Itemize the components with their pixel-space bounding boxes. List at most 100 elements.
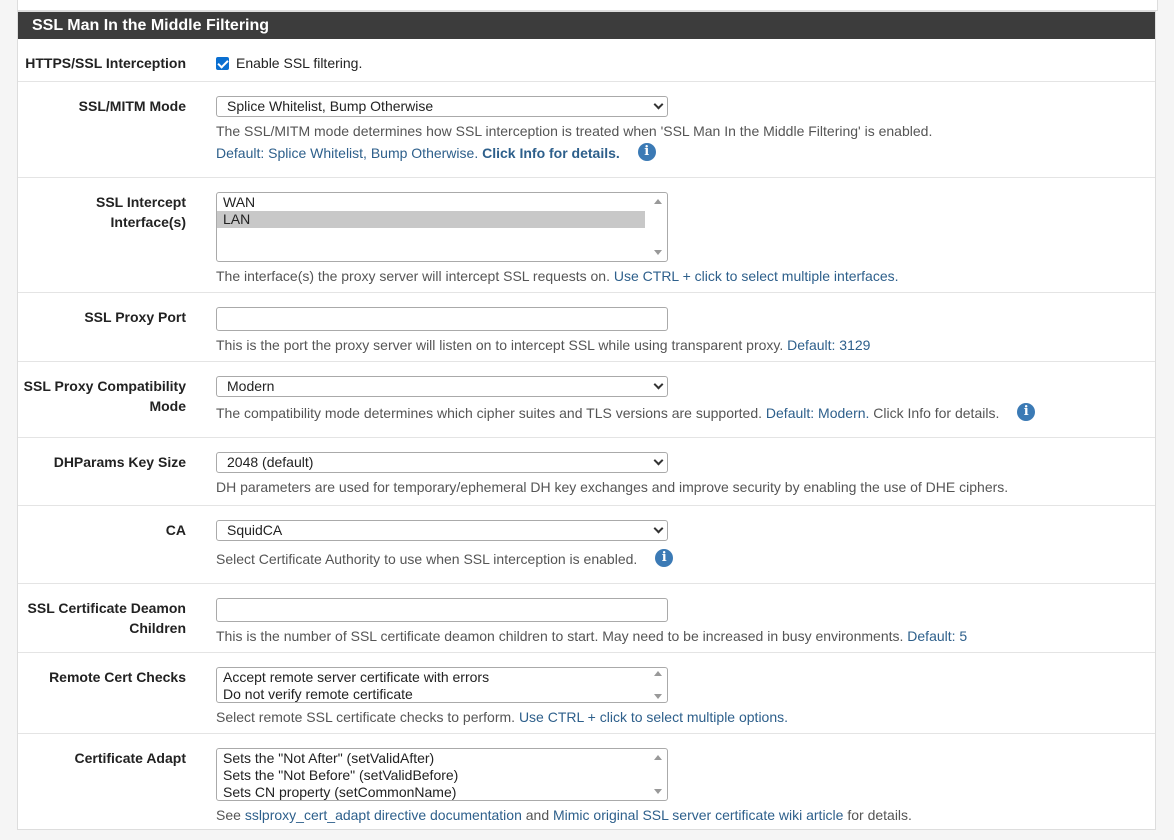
ca-field: SquidCA Select Certificate Authority to …	[216, 520, 1155, 569]
proxy-port-label: SSL Proxy Port	[84, 309, 186, 325]
scroll-down-icon[interactable]	[654, 250, 662, 255]
dhparams-select[interactable]: 2048 (default)	[216, 452, 668, 473]
chevron-down-icon	[653, 523, 664, 534]
cert-adapt-option[interactable]: Sets the "Not After" (setValidAfter)	[217, 750, 645, 767]
ca-value: SquidCA	[227, 522, 283, 538]
listbox-scrollbar[interactable]	[649, 668, 667, 702]
cert-adapt-label: Certificate Adapt	[74, 750, 186, 766]
chevron-down-icon	[653, 99, 664, 110]
cert-adapt-field: Sets the "Not After" (setValidAfter) Set…	[216, 748, 1155, 825]
compat-mode-default: Default: Modern.	[765, 405, 870, 421]
cert-adapt-help-tail: for details.	[847, 807, 912, 823]
mitm-mode-help: The SSL/MITM mode determines how SSL int…	[216, 123, 933, 139]
remote-checks-help: Select remote SSL certificate checks to …	[216, 707, 1155, 727]
compat-mode-label: SSL Proxy Compatibility Mode	[18, 376, 186, 416]
mitm-mode-click-info-link[interactable]: Click Info for details.	[482, 145, 620, 161]
listbox-scrollbar[interactable]	[649, 749, 667, 800]
ca-help-text: Select Certificate Authority to use when…	[216, 551, 638, 567]
remote-checks-help-text: Select remote SSL certificate checks to …	[216, 709, 516, 725]
cert-daemon-label-line2: Children	[129, 620, 186, 636]
dhparams-field: 2048 (default) DH parameters are used fo…	[216, 452, 1155, 497]
info-icon[interactable]: i	[637, 143, 656, 162]
scroll-down-icon[interactable]	[654, 694, 662, 699]
dhparams-value: 2048 (default)	[227, 454, 314, 470]
ca-help: Select Certificate Authority to use when…	[216, 549, 1155, 569]
remote-check-option[interactable]: Do not verify remote certificate	[217, 686, 645, 702]
cert-adapt-help: See sslproxy_cert_adapt directive docume…	[216, 805, 1155, 825]
cert-adapt-doc-link[interactable]: sslproxy_cert_adapt directive documentat…	[245, 807, 522, 823]
compat-mode-label-line2: Mode	[149, 398, 186, 414]
scroll-up-icon[interactable]	[654, 199, 662, 204]
interface-option-lan[interactable]: LAN	[217, 211, 645, 228]
enable-ssl-filtering-checkbox[interactable]: Enable SSL filtering.	[216, 55, 362, 71]
row-ca: CA SquidCA Select Certificate Authority …	[18, 506, 1155, 584]
intercept-interfaces-help: The interface(s) the proxy server will i…	[216, 266, 1155, 286]
remote-checks-field: Accept remote server certificate with er…	[216, 667, 1155, 727]
ssl-mitm-panel: SSL Man In the Middle Filtering HTTPS/SS…	[17, 11, 1156, 830]
interface-option-wan[interactable]: WAN	[217, 194, 645, 211]
mitm-mode-label: SSL/MITM Mode	[78, 98, 186, 114]
row-https-interception: HTTPS/SSL Interception Enable SSL filter…	[18, 39, 1155, 82]
cert-daemon-input[interactable]	[216, 598, 668, 622]
listbox-scrollbar[interactable]	[649, 193, 667, 261]
dhparams-help: DH parameters are used for temporary/eph…	[216, 479, 1009, 495]
proxy-port-input[interactable]	[216, 307, 668, 331]
proxy-port-field: This is the port the proxy server will l…	[216, 307, 1155, 355]
row-remote-checks: Remote Cert Checks Accept remote server …	[18, 653, 1155, 734]
compat-mode-help-text: The compatibility mode determines which …	[216, 405, 763, 421]
cert-daemon-field: This is the number of SSL certificate de…	[216, 598, 1155, 646]
mitm-mode-select[interactable]: Splice Whitelist, Bump Otherwise	[216, 96, 668, 117]
intercept-interfaces-label: SSL Intercept Interface(s)	[96, 194, 186, 230]
dhparams-label: DHParams Key Size	[53, 454, 186, 470]
intercept-interfaces-listbox[interactable]: WAN LAN	[216, 192, 668, 262]
compat-mode-help-tail: Click Info for details.	[873, 405, 1000, 421]
chevron-down-icon	[653, 379, 664, 390]
info-icon[interactable]: i	[655, 549, 674, 568]
mitm-mode-field: Splice Whitelist, Bump Otherwise The SSL…	[216, 96, 1155, 163]
cert-adapt-option[interactable]: Sets CN property (setCommonName)	[217, 784, 645, 800]
cert-daemon-label: SSL Certificate Deamon Children	[18, 598, 186, 638]
remote-checks-label: Remote Cert Checks	[49, 669, 186, 685]
row-mitm-mode: SSL/MITM Mode Splice Whitelist, Bump Oth…	[18, 82, 1155, 178]
proxy-port-help: This is the port the proxy server will l…	[216, 335, 1155, 355]
row-intercept-interfaces: SSL Intercept Interface(s) WAN LAN The i…	[18, 178, 1155, 293]
row-proxy-port: SSL Proxy Port This is the port the prox…	[18, 293, 1155, 362]
cert-adapt-help-see: See	[216, 807, 241, 823]
row-compat-mode: SSL Proxy Compatibility Mode Modern The …	[18, 362, 1155, 438]
scroll-down-icon[interactable]	[654, 789, 662, 794]
remote-check-option[interactable]: Accept remote server certificate with er…	[217, 669, 645, 686]
interception-field: Enable SSL filtering.	[216, 53, 1155, 73]
compat-mode-label-line1: SSL Proxy Compatibility	[23, 378, 186, 394]
cert-daemon-help: This is the number of SSL certificate de…	[216, 626, 1155, 646]
intercept-interfaces-field: WAN LAN The interface(s) the proxy serve…	[216, 192, 1155, 286]
ca-select[interactable]: SquidCA	[216, 520, 668, 541]
chevron-down-icon	[653, 455, 664, 466]
info-icon[interactable]: i	[1017, 403, 1036, 422]
row-cert-adapt: Certificate Adapt Sets the "Not After" (…	[18, 734, 1155, 829]
cert-adapt-help-and: and	[525, 807, 550, 823]
scroll-up-icon[interactable]	[654, 671, 662, 676]
row-dhparams: DHParams Key Size 2048 (default) DH para…	[18, 438, 1155, 506]
mitm-mode-value: Splice Whitelist, Bump Otherwise	[227, 98, 434, 114]
cert-daemon-help-text: This is the number of SSL certificate de…	[216, 628, 904, 644]
compat-mode-select[interactable]: Modern	[216, 376, 668, 397]
interception-label: HTTPS/SSL Interception	[25, 55, 186, 71]
cert-adapt-wiki-link[interactable]: Mimic original SSL server certificate wi…	[553, 807, 843, 823]
proxy-port-default: Default: 3129	[787, 337, 871, 353]
ca-label: CA	[165, 522, 186, 538]
scroll-up-icon[interactable]	[654, 755, 662, 760]
compat-mode-value: Modern	[227, 378, 275, 394]
intercept-interfaces-help-text: The interface(s) the proxy server will i…	[216, 268, 610, 284]
compat-mode-field: Modern The compatibility mode determines…	[216, 376, 1155, 423]
cert-daemon-label-line1: SSL Certificate Deamon	[27, 600, 186, 616]
cert-adapt-option[interactable]: Sets the "Not Before" (setValidBefore)	[217, 767, 645, 784]
cert-adapt-listbox[interactable]: Sets the "Not After" (setValidAfter) Set…	[216, 748, 668, 801]
row-cert-daemon: SSL Certificate Deamon Children This is …	[18, 584, 1155, 653]
mitm-mode-default-line: Default: Splice Whitelist, Bump Otherwis…	[216, 143, 1155, 163]
intercept-interfaces-help-hint: Use CTRL + click to select multiple inte…	[613, 268, 899, 284]
checkbox-checked-icon[interactable]	[216, 56, 229, 70]
cert-daemon-default: Default: 5	[907, 628, 968, 644]
enable-ssl-filtering-label: Enable SSL filtering.	[236, 55, 363, 71]
remote-checks-listbox[interactable]: Accept remote server certificate with er…	[216, 667, 668, 703]
remote-checks-help-hint: Use CTRL + click to select multiple opti…	[518, 709, 789, 725]
